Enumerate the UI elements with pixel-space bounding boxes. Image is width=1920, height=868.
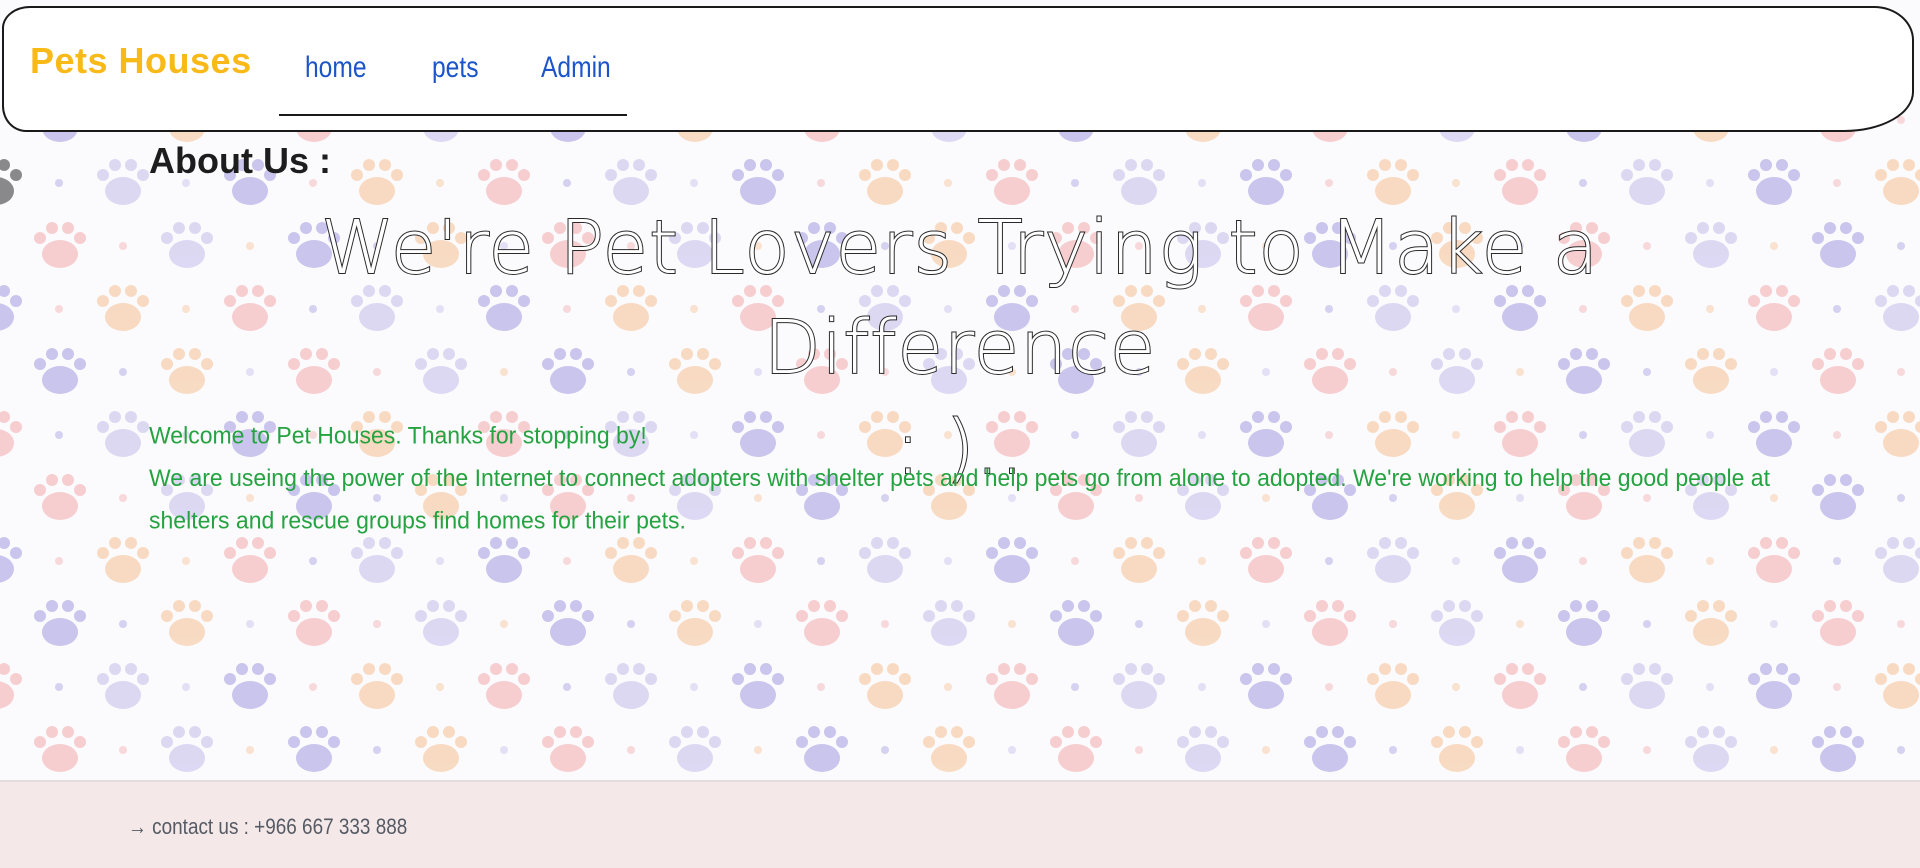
nav-link-admin[interactable]: Admin	[541, 50, 611, 86]
contact-info: → contact us : +966 667 333 888	[128, 814, 408, 839]
intro-line-1: Welcome to Pet Houses. Thanks for stoppi…	[149, 421, 647, 449]
nav-link-home[interactable]: home	[305, 50, 367, 86]
nav-links: home pets Admin	[279, 50, 627, 116]
brand-logo[interactable]: Pets Houses	[30, 40, 252, 82]
section-label: About Us :	[149, 140, 331, 181]
headline-line-1: We're Pet Lovers Trying to Make a Differ…	[320, 204, 1600, 392]
intro-text: Welcome to Pet Houses. Thanks for stoppi…	[149, 414, 1789, 541]
intro-line-2: We are useing the power of the Internet …	[149, 463, 1770, 534]
page-footer: → contact us : +966 667 333 888	[0, 780, 1920, 868]
top-navbar: Pets Houses home pets Admin	[2, 6, 1914, 132]
nav-link-pets[interactable]: pets	[432, 50, 479, 86]
